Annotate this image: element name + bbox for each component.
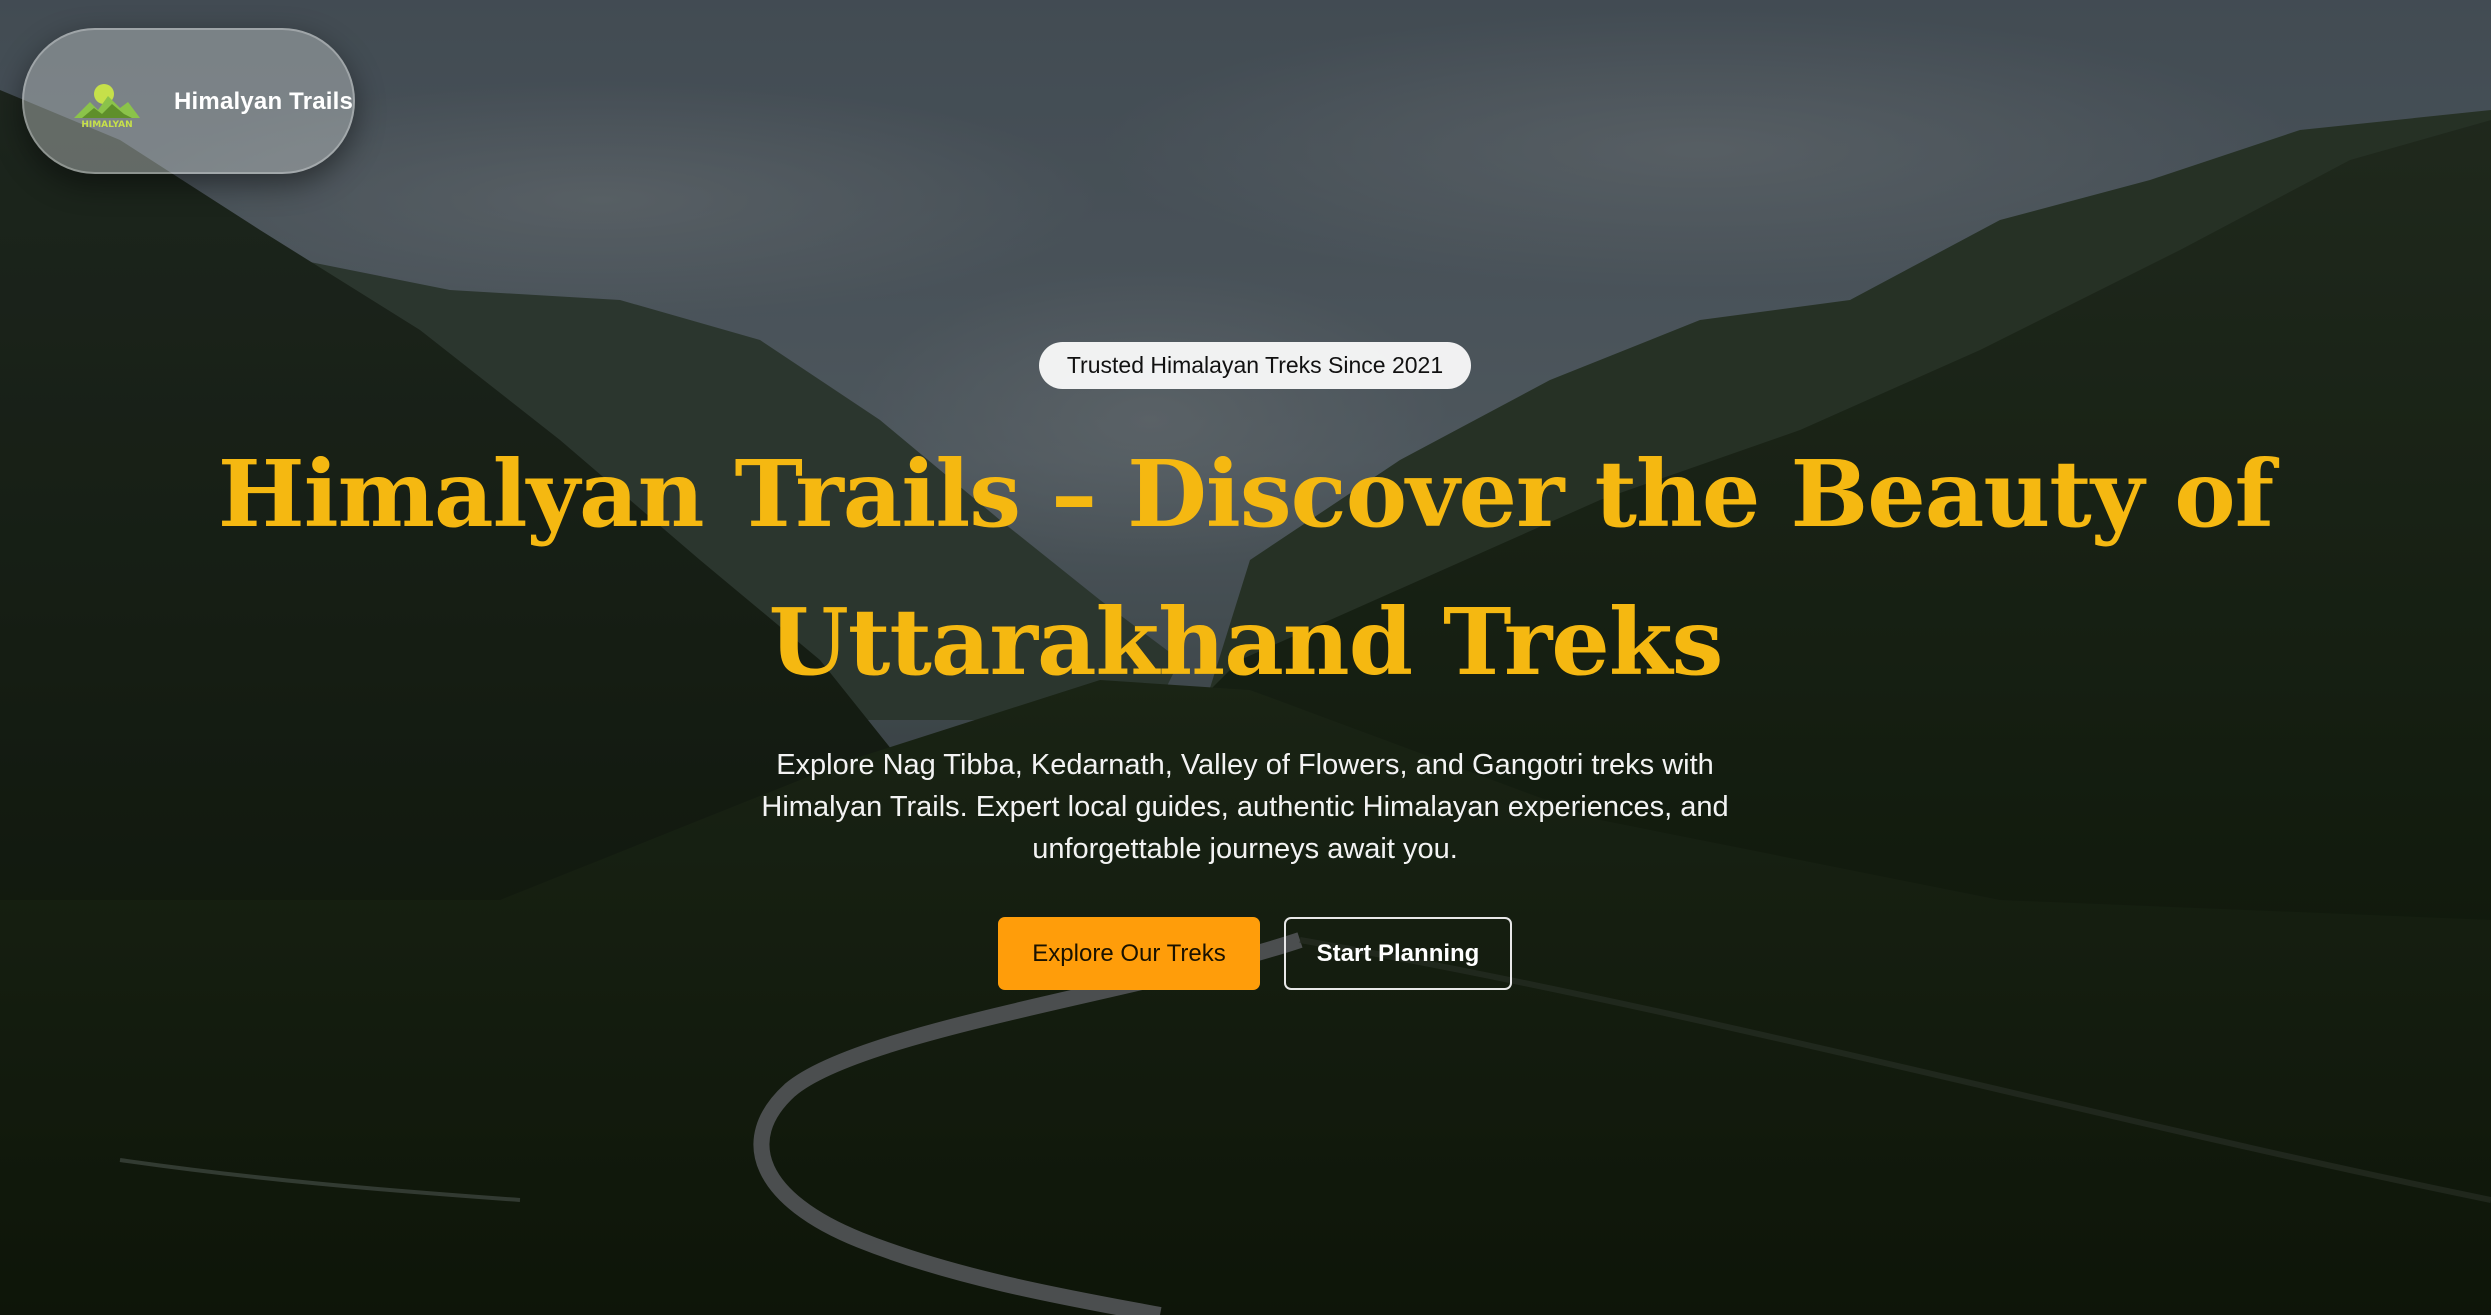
trust-badge: Trusted Himalayan Treks Since 2021 bbox=[1039, 342, 1471, 389]
explore-treks-button[interactable]: Explore Our Treks bbox=[998, 917, 1260, 990]
hero-description: Explore Nag Tibba, Kedarnath, Valley of … bbox=[761, 749, 1729, 865]
hero-section: HIMALYAN Himalyan Trails Trusted Himalay… bbox=[0, 0, 2491, 1315]
start-planning-button[interactable]: Start Planning bbox=[1284, 917, 1512, 990]
hero-content: Trusted Himalayan Treks Since 2021 Himal… bbox=[0, 0, 2491, 1315]
hero-headline: Himalyan Trails – Discover the Beauty of… bbox=[217, 440, 2274, 696]
